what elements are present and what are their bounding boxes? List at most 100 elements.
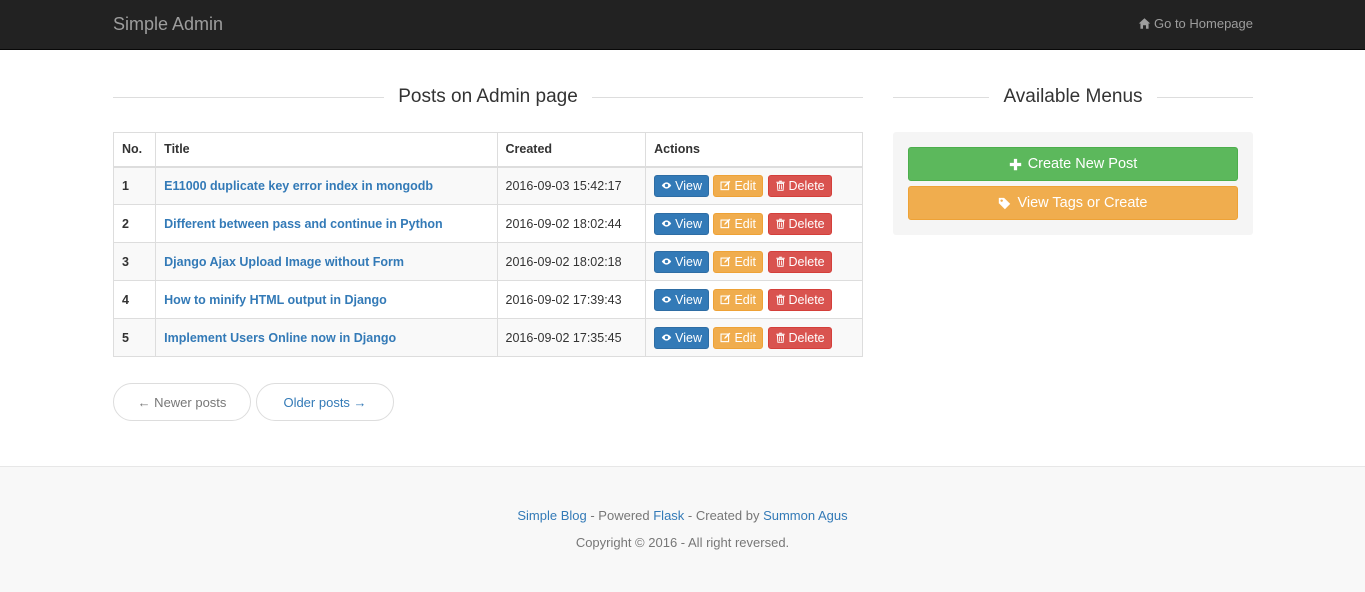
brand-link[interactable]: Simple Admin	[113, 14, 223, 35]
post-actions: View Edit Delete	[645, 318, 863, 357]
navbar: Simple Admin Go to Homepage	[0, 0, 1365, 50]
post-actions: View Edit Delete	[645, 242, 863, 281]
view-label: View	[675, 254, 702, 269]
edit-icon	[720, 294, 731, 305]
view-button[interactable]: View	[654, 288, 709, 311]
table-row: 2 Different between pass and continue in…	[112, 204, 863, 243]
post-title-link[interactable]: Different between pass and continue in P…	[164, 217, 443, 231]
simple-blog-link[interactable]: Simple Blog	[517, 508, 586, 523]
view-label: View	[675, 330, 702, 345]
delete-button[interactable]: Delete	[767, 174, 832, 197]
eye-icon	[661, 334, 672, 341]
edit-label: Edit	[734, 178, 757, 193]
view-label: View	[675, 292, 702, 307]
post-actions: View Edit Delete	[645, 280, 863, 319]
post-created-date: 2016-09-02 18:02:44	[496, 204, 647, 243]
edit-label: Edit	[734, 216, 757, 231]
homepage-link-label: Go to Homepage	[1153, 16, 1253, 31]
edit-icon	[720, 332, 731, 343]
posts-section-title: Posts on Admin page	[398, 86, 578, 107]
delete-button[interactable]: Delete	[767, 212, 832, 235]
copyright-text: Copyright © 2016 - All right reversed.	[575, 535, 790, 550]
footer-powered-text: - Powered	[586, 508, 654, 523]
trash-icon	[775, 332, 785, 343]
trash-icon	[775, 218, 785, 229]
post-number: 2	[112, 204, 157, 243]
divider	[113, 96, 385, 98]
author-link[interactable]: Summon Agus	[763, 508, 848, 523]
delete-label: Delete	[788, 330, 825, 345]
edit-label: Edit	[734, 330, 757, 345]
delete-button[interactable]: Delete	[767, 250, 832, 273]
column-header-title: Title	[155, 132, 498, 168]
eye-icon	[661, 296, 672, 303]
eye-icon	[661, 258, 672, 265]
delete-button[interactable]: Delete	[767, 326, 832, 349]
post-created-date: 2016-09-02 17:39:43	[496, 280, 647, 319]
delete-label: Delete	[788, 178, 825, 193]
post-title-link[interactable]: How to minify HTML output in Django	[164, 293, 387, 307]
post-title-link[interactable]: Django Ajax Upload Image without Form	[164, 255, 404, 269]
edit-label: Edit	[734, 292, 757, 307]
flask-link[interactable]: Flask	[653, 508, 684, 523]
older-posts-button[interactable]: Older posts →	[256, 383, 394, 421]
create-new-post-label: Create New Post	[1027, 156, 1138, 172]
post-title-link[interactable]: E11000 duplicate key error index in mong…	[164, 179, 433, 193]
post-number: 4	[112, 280, 157, 319]
post-created-date: 2016-09-02 17:35:45	[496, 318, 647, 357]
edit-icon	[720, 256, 731, 267]
table-header-row: No. Title Created Actions	[112, 132, 863, 168]
post-number: 1	[112, 166, 157, 205]
posts-section-heading: Posts on Admin page	[113, 84, 864, 110]
edit-label: Edit	[734, 254, 757, 269]
footer: Simple Blog - Powered Flask - Created by…	[0, 466, 1365, 592]
view-button[interactable]: View	[654, 250, 709, 273]
table-row: 4 How to minify HTML output in Django 20…	[112, 280, 863, 319]
view-tags-button[interactable]: View Tags or Create	[908, 186, 1238, 220]
divider	[893, 96, 990, 98]
edit-icon	[720, 218, 731, 229]
go-to-homepage-link[interactable]: Go to Homepage	[1138, 16, 1253, 31]
tag-icon	[999, 197, 1011, 209]
delete-button[interactable]: Delete	[767, 288, 832, 311]
column-header-actions: Actions	[645, 132, 863, 168]
menus-section-title: Available Menus	[1003, 86, 1143, 107]
view-button[interactable]: View	[654, 174, 709, 197]
edit-button[interactable]: Edit	[713, 326, 764, 349]
edit-button[interactable]: Edit	[713, 288, 764, 311]
view-label: View	[675, 216, 702, 231]
delete-label: Delete	[788, 216, 825, 231]
column-header-no: No.	[112, 132, 157, 168]
menus-section-heading: Available Menus	[893, 84, 1254, 110]
eye-icon	[661, 220, 672, 227]
view-button[interactable]: View	[654, 212, 709, 235]
footer-credits: Simple Blog - Powered Flask - Created by…	[0, 508, 1365, 523]
create-new-post-button[interactable]: Create New Post	[908, 147, 1238, 181]
post-title-link[interactable]: Implement Users Online now in Django	[164, 331, 396, 345]
trash-icon	[775, 256, 785, 267]
view-tags-label: View Tags or Create	[1017, 195, 1148, 211]
edit-button[interactable]: Edit	[713, 212, 764, 235]
edit-button[interactable]: Edit	[713, 250, 764, 273]
trash-icon	[775, 180, 785, 192]
trash-icon	[775, 294, 785, 305]
divider	[591, 96, 864, 98]
home-icon	[1138, 18, 1151, 29]
delete-label: Delete	[788, 254, 825, 269]
table-row: 1 E11000 duplicate key error index in mo…	[112, 166, 863, 205]
view-button[interactable]: View	[654, 326, 709, 349]
post-created-date: 2016-09-03 15:42:17	[496, 166, 647, 205]
footer-created-text: - Created by	[684, 508, 764, 523]
delete-label: Delete	[788, 292, 825, 307]
view-label: View	[675, 178, 702, 193]
plus-icon	[1009, 158, 1021, 170]
column-header-created: Created	[496, 132, 647, 168]
table-row: 3 Django Ajax Upload Image without Form …	[112, 242, 863, 281]
post-number: 5	[112, 318, 157, 357]
post-actions: View Edit Delete	[645, 166, 863, 205]
newer-posts-button[interactable]: ← Newer posts	[113, 383, 251, 421]
menu-panel: Create New Post View Tags or Create	[893, 132, 1253, 235]
edit-button[interactable]: Edit	[713, 174, 764, 197]
post-created-date: 2016-09-02 18:02:18	[496, 242, 647, 281]
post-number: 3	[112, 242, 157, 281]
